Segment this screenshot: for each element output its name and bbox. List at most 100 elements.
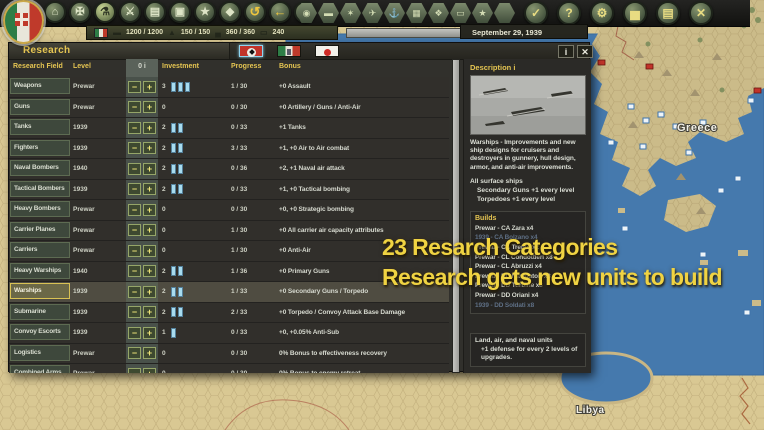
research-row-submarine[interactable]: Submarine1939−+22 / 33+0 Torpedo / Convo… [9,303,449,324]
diplomacy-icon[interactable]: ✠ [69,1,91,23]
military-icon[interactable]: ⚔ [119,1,141,23]
increase-investment-button[interactable]: + [143,224,156,236]
bomber-icon[interactable]: ▬ [318,3,339,23]
increase-investment-button[interactable]: + [143,327,156,339]
investment-chit [178,164,183,174]
industry-icon[interactable]: ⌂ [44,1,66,23]
close-game-icon[interactable]: ✕ [689,1,713,25]
increase-investment-button[interactable]: + [143,347,156,359]
info-button[interactable]: i [558,45,574,58]
increase-investment-button[interactable]: + [143,163,156,175]
air-roundel-icon[interactable]: ◉ [296,3,317,23]
statistics-icon[interactable]: ▅ [623,1,647,25]
research-field-cell[interactable]: Combined Arms [10,365,70,373]
decrease-investment-button[interactable]: − [128,204,141,216]
research-field-cell[interactable]: Submarine [10,304,70,320]
warships-photo [470,75,586,135]
increase-investment-button[interactable]: + [143,81,156,93]
decrease-investment-button[interactable]: − [128,306,141,318]
elite-icon[interactable]: ★ [472,3,493,23]
window-title: Research [23,45,70,56]
decrease-investment-button[interactable]: − [128,327,141,339]
research-row-convoy-escorts[interactable]: Convoy Escorts1939−+10 / 33+0, +0.05% An… [9,323,449,344]
port-icon[interactable]: ▦ [406,3,427,23]
research-field-cell[interactable]: Tactical Bombers [10,181,70,197]
research-row-guns[interactable]: GunsPrewar−+00 / 30+0 Artillery / Guns /… [9,98,449,119]
losses-icon[interactable]: ◆ [219,1,241,23]
research-field-cell[interactable]: Tanks [10,119,70,135]
end-turn-icon[interactable]: ✓ [524,1,548,25]
settings-icon[interactable]: ⚙ [590,1,614,25]
flag-germany[interactable] [239,45,263,57]
undo-icon[interactable]: ↺ [244,1,266,23]
decrease-investment-button[interactable]: − [128,81,141,93]
level-value: Prewar [73,227,95,234]
close-button[interactable]: ✕ [577,45,593,58]
map-label-libya: Libya [576,405,605,416]
progress-value: 0 / 33 [231,329,247,336]
decrease-investment-button[interactable]: − [128,142,141,154]
increase-investment-button[interactable]: + [143,368,156,374]
increase-investment-button[interactable]: + [143,183,156,195]
level-value: Prewar [73,247,95,254]
decrease-investment-button[interactable]: − [128,286,141,298]
research-field-cell[interactable]: Logistics [10,345,70,361]
decrease-investment-button[interactable]: − [128,347,141,359]
save-icon[interactable]: ▤ [656,1,680,25]
scrollbar-thumb[interactable] [453,60,459,372]
increase-investment-button[interactable]: + [143,101,156,113]
research-row-logistics[interactable]: LogisticsPrewar−+00 / 300% Bonus to effe… [9,344,449,365]
previous-unit-icon[interactable]: ← [269,1,291,23]
help-icon[interactable]: ? [557,1,581,25]
table-scrollbar[interactable] [452,59,460,373]
research-field-cell[interactable]: Naval Bombers [10,160,70,176]
research-field-cell[interactable]: Heavy Warships [10,263,70,279]
research-row-naval-bombers[interactable]: Naval Bombers1940−+20 / 36+2, +1 Naval a… [9,159,449,180]
warship-icon[interactable]: ⚓ [384,3,405,23]
research-row-tanks[interactable]: Tanks1939−+20 / 33+1 Tanks [9,118,449,139]
hex-select-icon[interactable] [494,3,515,23]
increase-investment-button[interactable]: + [143,245,156,257]
research-row-combined-arms[interactable]: Combined ArmsPrewar−+00 / 300% Bonus to … [9,364,449,373]
decrease-investment-button[interactable]: − [128,245,141,257]
decrease-investment-button[interactable]: − [128,101,141,113]
bonus-value: +0, +0.05% Anti-Sub [279,329,447,336]
reports-icon[interactable]: ▤ [144,1,166,23]
research-row-weapons[interactable]: WeaponsPrewar−+31 / 30+0 Assault [9,77,449,98]
decrease-investment-button[interactable]: − [128,368,141,374]
decrease-investment-button[interactable]: − [128,265,141,277]
research-field-cell[interactable]: Heavy Bombers [10,201,70,217]
decrease-investment-button[interactable]: − [128,122,141,134]
increase-investment-button[interactable]: + [143,204,156,216]
increase-investment-button[interactable]: + [143,306,156,318]
research-field-cell[interactable]: Weapons [10,78,70,94]
level-value: Prewar [73,206,95,213]
fighter-icon[interactable]: ✈ [362,3,383,23]
level-value: Prewar [73,104,95,111]
research-field-cell[interactable]: Convoy Escorts [10,324,70,340]
increase-investment-button[interactable]: + [143,286,156,298]
research-field-cell[interactable]: Guns [10,99,70,115]
decrease-investment-button[interactable]: − [128,163,141,175]
flag-japan[interactable] [315,45,339,57]
unit-group-icon[interactable]: ❖ [428,3,449,23]
experience-icon[interactable]: ★ [194,1,216,23]
research-row-fighters[interactable]: Fighters1939−+23 / 33+1, +0 Air to Air c… [9,139,449,160]
decrease-investment-button[interactable]: − [128,183,141,195]
flag-italy[interactable] [277,45,301,57]
research-field-cell[interactable]: Carrier Planes [10,222,70,238]
increase-investment-button[interactable]: + [143,142,156,154]
research-field-cell[interactable]: Fighters [10,140,70,156]
progress-value: 1 / 30 [231,247,247,254]
research-icon[interactable]: ⚗ [94,1,116,23]
transport-icon[interactable]: ▭ [450,3,471,23]
research-field-cell[interactable]: Carriers [10,242,70,258]
artillery-icon[interactable]: ✶ [340,3,361,23]
research-row-heavy-bombers[interactable]: Heavy BombersPrewar−+00 / 30+0, +0 Strat… [9,200,449,221]
units-icon[interactable]: ▣ [169,1,191,23]
research-row-tactical-bombers[interactable]: Tactical Bombers1939−+20 / 33+1, +0 Tact… [9,180,449,201]
increase-investment-button[interactable]: + [143,265,156,277]
increase-investment-button[interactable]: + [143,122,156,134]
research-field-cell[interactable]: Warships [10,283,70,299]
decrease-investment-button[interactable]: − [128,224,141,236]
